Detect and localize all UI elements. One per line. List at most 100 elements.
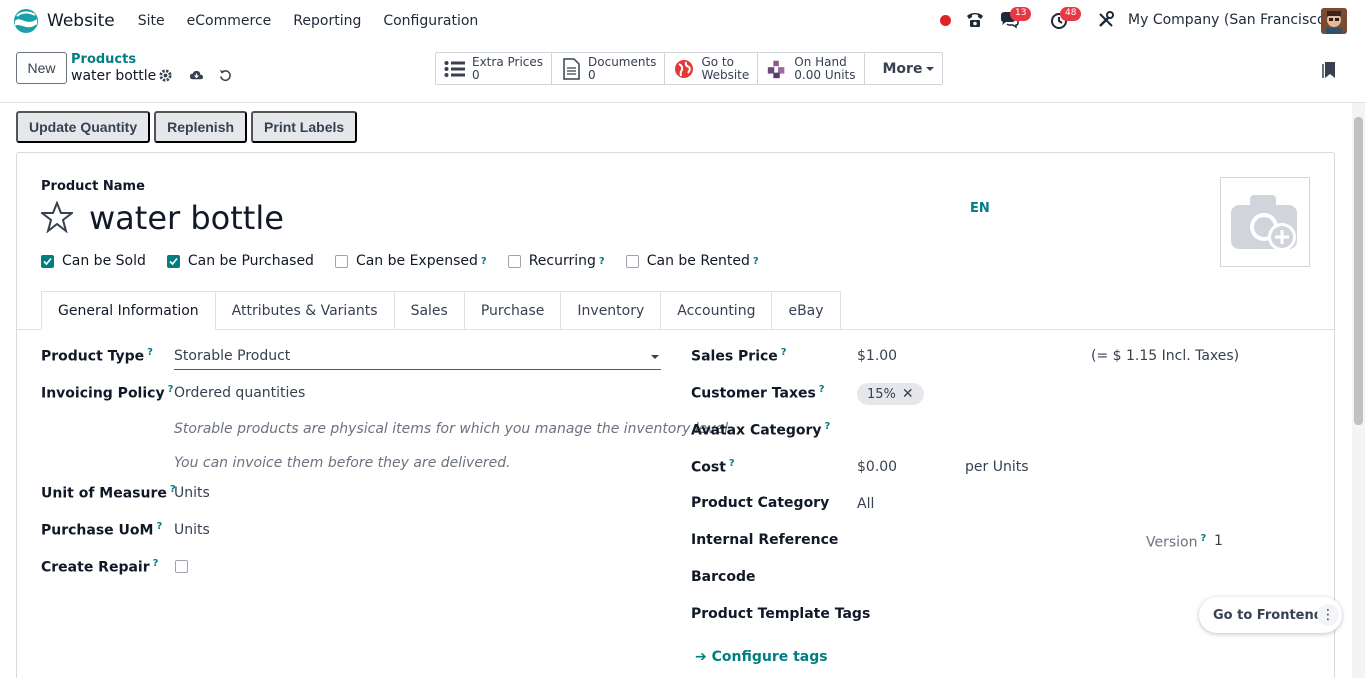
sales-price-field[interactable]: $1.00: [857, 348, 897, 364]
bookmark-icon[interactable]: [1322, 61, 1336, 79]
tab-attributes-variants[interactable]: Attributes & Variants: [215, 291, 395, 330]
recording-indicator[interactable]: [940, 15, 951, 26]
product-type-label-text: Product Type: [41, 348, 145, 365]
tab-sales[interactable]: Sales: [394, 291, 465, 330]
language-button[interactable]: EN: [970, 201, 990, 216]
scrollbar[interactable]: [1352, 103, 1365, 678]
menu-reporting[interactable]: Reporting: [282, 13, 372, 29]
product-type-value: Storable Product: [174, 348, 291, 364]
unit-of-measure-field[interactable]: Units: [174, 485, 210, 501]
favorite-star-icon[interactable]: [41, 201, 73, 233]
create-repair-checkbox[interactable]: [175, 560, 188, 573]
scrollbar-thumb[interactable]: [1354, 117, 1363, 425]
extra-prices-button[interactable]: Extra Prices 0: [436, 53, 553, 84]
help-tooltip-icon[interactable]: ?: [147, 347, 153, 358]
help-tooltip-icon[interactable]: ?: [729, 458, 735, 469]
can-be-rented-label: Can be Rented: [646, 253, 750, 269]
app-brand[interactable]: Website: [13, 8, 115, 34]
purchase-uom-field[interactable]: Units: [174, 522, 210, 538]
product-type-select[interactable]: Storable Product: [174, 346, 661, 370]
tab-purchase[interactable]: Purchase: [464, 291, 562, 330]
checkbox-unchecked[interactable]: [334, 254, 348, 268]
customer-taxes-label: Customer Taxes?: [691, 384, 825, 402]
documents-value: 0: [588, 67, 596, 82]
help-tooltip-icon[interactable]: ?: [781, 347, 787, 358]
checkbox-unchecked[interactable]: [625, 254, 639, 268]
debug-tools-icon[interactable]: [1095, 9, 1117, 31]
recurring-checkbox[interactable]: Recurring?: [507, 253, 605, 269]
avatax-category-label: Avatax Category?: [691, 421, 830, 439]
tab-ebay[interactable]: eBay: [772, 291, 841, 330]
product-type-label: Product Type?: [41, 347, 153, 365]
cloud-save-icon[interactable]: [189, 68, 204, 83]
product-image-upload[interactable]: [1220, 177, 1310, 267]
main-menu: Site eCommerce Reporting Configuration: [127, 13, 490, 29]
extra-prices-value: 0: [472, 67, 480, 82]
create-repair-label-text: Create Repair: [41, 559, 150, 576]
help-tooltip-icon[interactable]: ?: [1200, 533, 1206, 544]
website-app-icon: [14, 9, 38, 33]
help-tooltip-icon[interactable]: ?: [481, 256, 487, 267]
checkbox-checked[interactable]: [41, 254, 54, 268]
cost-label: Cost?: [691, 458, 735, 476]
close-icon[interactable]: ✕: [902, 386, 914, 402]
invoicing-hint: You can invoice them before they are del…: [174, 455, 511, 471]
configure-tags-link[interactable]: ➔ Configure tags: [695, 649, 828, 665]
can-be-sold-label: Can be Sold: [62, 253, 146, 269]
activity-clock-icon[interactable]: 48: [1048, 7, 1082, 31]
product-category-field[interactable]: All: [857, 496, 874, 512]
on-hand-button[interactable]: On Hand 0.00 Units: [758, 53, 865, 84]
help-tooltip-icon[interactable]: ?: [599, 256, 605, 267]
caret-down-icon: [651, 355, 659, 359]
help-tooltip-icon[interactable]: ?: [168, 384, 174, 395]
phone-icon[interactable]: [964, 9, 986, 31]
tab-inventory[interactable]: Inventory: [561, 291, 662, 330]
help-tooltip-icon[interactable]: ?: [156, 521, 162, 532]
menu-site[interactable]: Site: [127, 13, 176, 29]
replenish-button[interactable]: Replenish: [154, 111, 248, 143]
gear-icon[interactable]: [158, 68, 173, 83]
go-to-frontend-widget[interactable]: Go to Frontend ⋮: [1199, 597, 1342, 633]
create-repair-label: Create Repair?: [41, 558, 158, 576]
cost-field[interactable]: $0.00: [857, 459, 897, 475]
product-type-hint: Storable products are physical items for…: [174, 421, 733, 437]
globe-icon: [673, 58, 695, 80]
menu-ecommerce[interactable]: eCommerce: [176, 13, 283, 29]
can-be-rented-checkbox[interactable]: Can be Rented?: [625, 253, 759, 269]
can-be-sold-checkbox[interactable]: Can be Sold: [41, 253, 146, 269]
print-labels-button[interactable]: Print Labels: [251, 111, 358, 143]
form-sheet: Product Name water bottle EN Can be Sold…: [16, 152, 1335, 678]
go-to-label: Go to: [701, 54, 734, 69]
help-tooltip-icon[interactable]: ?: [819, 384, 825, 395]
on-hand-label: On Hand: [794, 54, 847, 69]
product-name-field[interactable]: water bottle: [89, 199, 284, 237]
breadcrumb-current: water bottle: [71, 68, 157, 84]
help-tooltip-icon[interactable]: ?: [153, 558, 159, 569]
more-dropdown[interactable]: More: [865, 53, 943, 84]
chat-icon[interactable]: 13: [998, 7, 1032, 31]
price-incl-taxes: (= $ 1.15 Incl. Taxes): [1091, 348, 1240, 364]
arrow-right-icon: ➔: [695, 649, 712, 665]
documents-button[interactable]: Documents 0: [552, 53, 666, 84]
menu-configuration[interactable]: Configuration: [372, 13, 489, 29]
discard-undo-icon[interactable]: [218, 68, 233, 83]
invoicing-policy-field[interactable]: Ordered quantities: [174, 385, 305, 401]
checkbox-checked[interactable]: [166, 254, 180, 268]
tab-accounting[interactable]: Accounting: [661, 291, 773, 330]
tab-general-information[interactable]: General Information: [41, 291, 216, 330]
tax-tag[interactable]: 15% ✕: [857, 383, 924, 405]
can-be-purchased-checkbox[interactable]: Can be Purchased: [166, 253, 314, 269]
breadcrumb-products[interactable]: Products: [71, 52, 136, 67]
cost-unit: per Units: [965, 459, 1029, 475]
company-switcher[interactable]: My Company (San Francisco): [1128, 12, 1331, 28]
go-to-website-button[interactable]: Go to Website: [665, 53, 759, 84]
help-tooltip-icon[interactable]: ?: [753, 256, 759, 267]
help-tooltip-icon[interactable]: ?: [825, 421, 831, 432]
new-button[interactable]: New: [16, 52, 67, 84]
user-avatar[interactable]: [1321, 8, 1347, 34]
update-quantity-button[interactable]: Update Quantity: [16, 111, 151, 143]
version-field[interactable]: 1: [1214, 533, 1223, 549]
can-be-expensed-checkbox[interactable]: Can be Expensed?: [334, 253, 487, 269]
vertical-dots-icon[interactable]: ⋮: [1317, 604, 1339, 626]
checkbox-unchecked[interactable]: [507, 254, 521, 268]
